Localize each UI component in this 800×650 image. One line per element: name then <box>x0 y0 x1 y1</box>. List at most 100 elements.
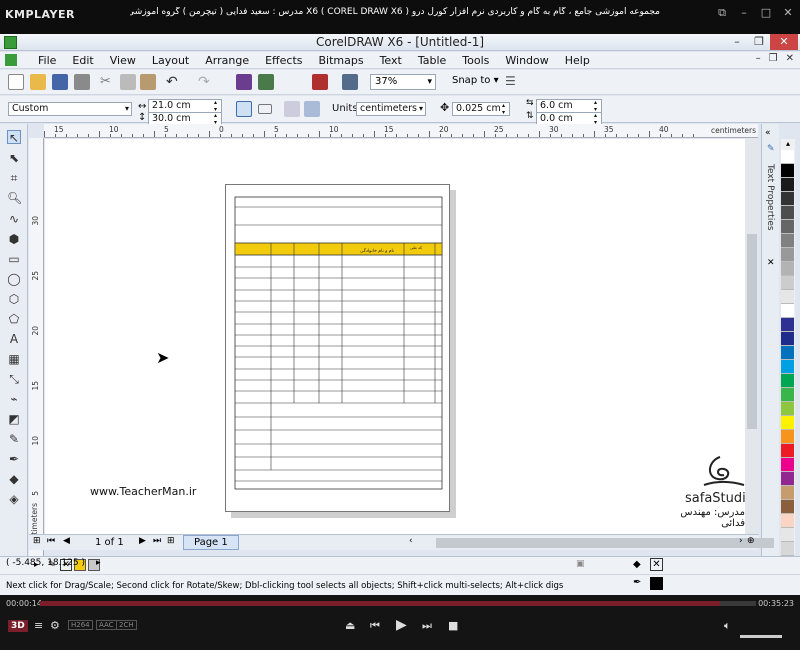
doc-restore-icon[interactable]: ❐ <box>769 53 778 64</box>
menu-arrange[interactable]: Arrange <box>197 54 257 67</box>
palette-swatch[interactable] <box>781 164 794 178</box>
shape-tool-icon[interactable]: ⬉ <box>7 151 21 165</box>
palette-swatch[interactable] <box>781 304 794 318</box>
table-drawing[interactable]: نام و نام خانوادگی کد ملی <box>226 185 451 513</box>
palette-swatch[interactable] <box>781 262 794 276</box>
palette-swatch[interactable] <box>781 332 794 346</box>
zoom-tool-icon[interactable]: 🔍︎ <box>7 191 22 205</box>
connector-tool-icon[interactable]: ⌁ <box>7 392 21 406</box>
palette-swatch[interactable] <box>781 150 794 164</box>
next-page-icon[interactable]: ▶ <box>139 536 146 546</box>
outline-color-swatch[interactable] <box>650 577 663 590</box>
eyedropper-tool-icon[interactable]: ✎ <box>7 432 21 446</box>
vertical-scrollbar[interactable] <box>745 139 759 534</box>
menu-icon[interactable]: ≡ <box>34 619 43 632</box>
add-page-icon[interactable]: ⊞ <box>33 536 41 546</box>
zoom-level-select[interactable]: 37% <box>370 74 436 90</box>
page-width-field[interactable]: 21.0 cm <box>148 99 222 113</box>
cut-icon[interactable]: ✂ <box>100 74 116 90</box>
nudge-distance-field[interactable]: 0.025 cm <box>452 102 510 116</box>
basic-shapes-icon[interactable]: ⬠ <box>7 312 21 326</box>
prev-page-icon[interactable]: ◀ <box>63 536 70 546</box>
copy-icon[interactable] <box>120 74 136 90</box>
table-tool-icon[interactable]: ▦ <box>7 352 21 366</box>
all-pages-icon[interactable] <box>284 101 300 117</box>
palette-swatch[interactable] <box>781 318 794 332</box>
palette-swatch[interactable] <box>781 514 794 528</box>
eject-icon[interactable]: ⏏ <box>345 619 355 632</box>
restore-button[interactable]: ❐ <box>748 34 770 50</box>
player-close-icon[interactable]: ✕ <box>780 5 796 21</box>
close-button[interactable]: ✕ <box>770 34 798 50</box>
outline-pen-icon[interactable]: ✒ <box>7 452 21 466</box>
coords-arrow-icon[interactable]: ▸ <box>96 558 101 568</box>
interactive-fill-icon[interactable]: ◈ <box>7 492 21 506</box>
palette-swatch[interactable] <box>781 388 794 402</box>
palette-swatch[interactable] <box>781 374 794 388</box>
menu-text[interactable]: Text <box>372 54 410 67</box>
next-icon[interactable]: ⏭ <box>422 619 432 633</box>
palette-swatch[interactable] <box>781 500 794 514</box>
palette-swatch[interactable] <box>781 290 794 304</box>
player-pin-icon[interactable]: ⧉ <box>714 5 730 21</box>
smart-fill-icon[interactable]: ⬢ <box>7 232 21 246</box>
docker-tab-label[interactable]: Text Properties <box>765 164 775 231</box>
docker-collapse-icon[interactable]: « <box>765 128 771 138</box>
scroll-left-icon[interactable]: ‹ <box>409 536 413 546</box>
palette-swatch[interactable] <box>781 248 794 262</box>
palette-swatch[interactable] <box>781 360 794 374</box>
fill-tool-icon[interactable]: ◆ <box>7 472 21 486</box>
palette-swatch[interactable] <box>781 444 794 458</box>
first-page-icon[interactable]: ⏮ <box>47 536 55 546</box>
welcome-screen-icon[interactable] <box>342 74 358 90</box>
palette-swatch[interactable] <box>781 528 794 542</box>
palette-swatch[interactable] <box>781 472 794 486</box>
horizontal-ruler[interactable]: centimeters 15 10 5 0 5 10 15 20 25 30 35 40 <box>44 124 758 138</box>
ellipse-tool-icon[interactable]: ◯ <box>7 272 21 286</box>
last-page-icon[interactable]: ⏭ <box>153 536 161 546</box>
menu-help[interactable]: Help <box>557 54 598 67</box>
palette-swatch[interactable] <box>781 486 794 500</box>
palette-swatch[interactable] <box>781 346 794 360</box>
drawing-canvas[interactable]: نام و نام خانوادگی کد ملی www.TeacherMan.… <box>45 139 745 534</box>
landscape-button[interactable] <box>258 104 272 114</box>
seek-bar[interactable] <box>40 601 756 606</box>
crop-tool-icon[interactable]: ⌗ <box>7 171 21 185</box>
vertical-scroll-thumb[interactable] <box>747 234 757 429</box>
palette-swatch[interactable] <box>781 416 794 430</box>
palette-swatch[interactable] <box>781 402 794 416</box>
doc-minimize-icon[interactable]: – <box>756 53 761 64</box>
menu-effects[interactable]: Effects <box>257 54 310 67</box>
menu-tools[interactable]: Tools <box>454 54 497 67</box>
text-tool-icon[interactable]: A <box>7 332 21 346</box>
stop-icon[interactable]: ■ <box>448 619 458 632</box>
current-page-icon[interactable] <box>304 101 320 117</box>
palette-swatch[interactable] <box>781 276 794 290</box>
player-minimize-icon[interactable]: – <box>736 5 752 21</box>
vertical-ruler[interactable]: centimeters 30 25 20 15 10 5 <box>29 138 44 556</box>
units-select[interactable]: centimeters <box>356 102 426 116</box>
options-icon[interactable]: ☰ <box>505 74 521 90</box>
application-launcher-icon[interactable] <box>312 74 328 90</box>
previous-icon[interactable]: ⏮ <box>370 619 380 633</box>
snap-to-menu[interactable]: Snap to ▾ <box>452 75 499 86</box>
rectangle-tool-icon[interactable]: ▭ <box>7 252 21 266</box>
navigator-icon[interactable]: ⊕ <box>747 536 755 546</box>
print-icon[interactable] <box>74 74 90 90</box>
palette-swatch[interactable] <box>781 234 794 248</box>
palette-swatch[interactable] <box>781 206 794 220</box>
undo-icon[interactable]: ↶ <box>166 74 182 90</box>
settings-icon[interactable]: ⚙ <box>50 619 60 632</box>
export-icon[interactable] <box>258 74 274 90</box>
volume-icon[interactable]: 🔈︎ <box>724 619 731 633</box>
parallel-dimension-icon[interactable]: ⤡ <box>7 372 21 386</box>
doc-close-icon[interactable]: ✕ <box>786 53 794 64</box>
menu-view[interactable]: View <box>102 54 144 67</box>
page-size-select[interactable]: Custom <box>8 102 132 116</box>
play-icon[interactable]: ▶ <box>396 617 407 633</box>
redo-icon[interactable]: ↷ <box>198 74 214 90</box>
palette-swatch[interactable] <box>781 178 794 192</box>
palette-swatch[interactable] <box>781 192 794 206</box>
palette-swatch[interactable] <box>781 458 794 472</box>
duplicate-x-field[interactable]: 6.0 cm <box>536 99 602 113</box>
